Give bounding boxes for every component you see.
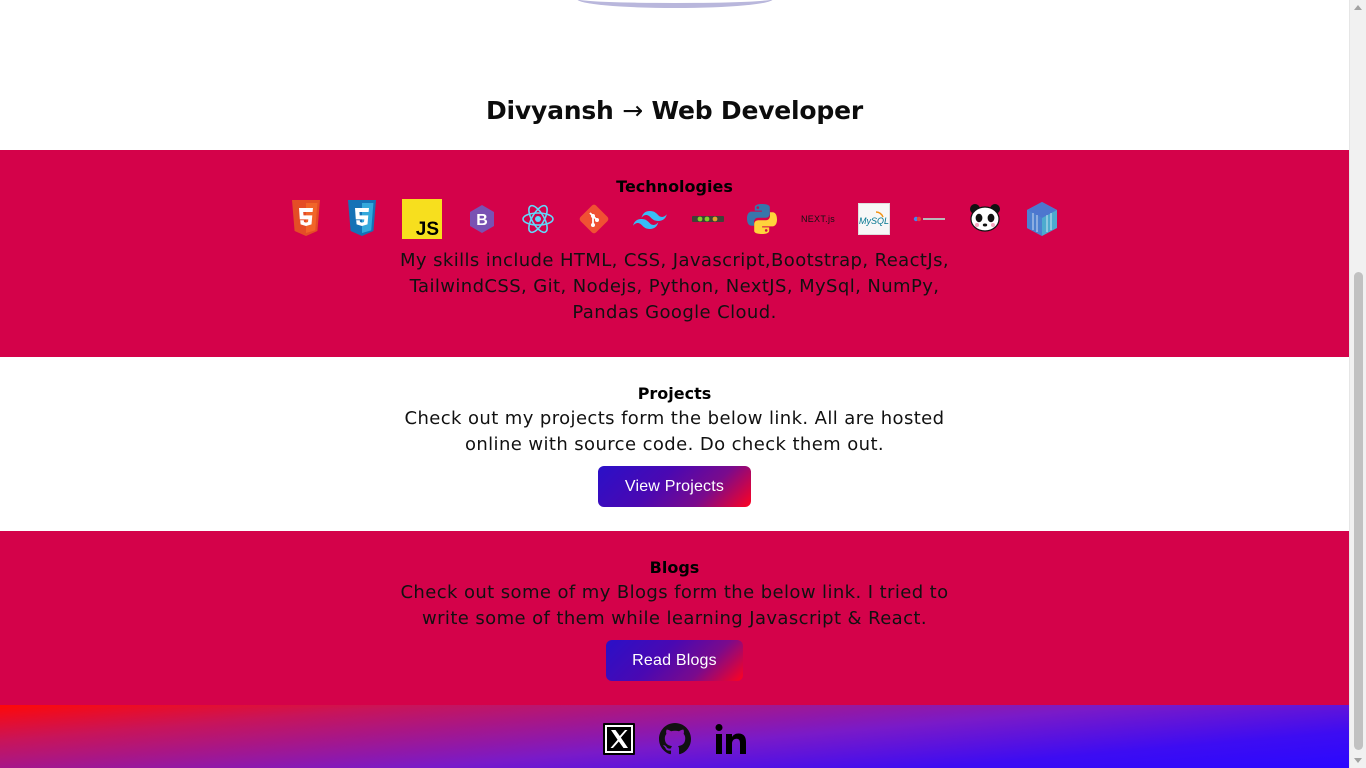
hero-role: Web Developer [651,96,863,125]
blogs-heading: Blogs [649,558,700,577]
x-twitter-icon[interactable] [602,722,636,756]
nodejs-icon [691,213,725,225]
linkedin-icon[interactable] [714,722,748,756]
google-cloud-icon [912,212,948,226]
tailwindcss-icon [633,208,667,230]
html5-icon [290,200,322,236]
projects-heading: Projects [637,384,712,403]
numpy-icon [1025,201,1059,237]
svg-text:JS: JS [416,219,439,239]
python-icon [746,203,778,235]
svg-text:B: B [476,212,488,229]
scroll-down-arrow-icon[interactable] [1354,758,1362,763]
blogs-description: Check out some of my Blogs form the belo… [400,582,949,629]
hero-title: Divyansh → Web Developer [0,96,1349,125]
read-blogs-button[interactable]: Read Blogs [606,640,743,681]
pandas-icon [968,201,1002,235]
projects-section: Projects Check out my projects form the … [0,357,1349,531]
projects-description: Check out my projects form the below lin… [404,408,945,455]
hero-name: Divyansh [486,96,614,125]
mysql-icon: MySQL [858,203,890,235]
react-icon [521,203,555,235]
scroll-up-arrow-icon[interactable] [1354,5,1362,10]
git-icon [578,203,610,235]
technologies-section: Technologies JS B NEXT.js MySQL My skill… [0,150,1349,357]
technologies-heading: Technologies [616,177,733,196]
blogs-section: Blogs Check out some of my Blogs form th… [0,531,1349,705]
bootstrap-icon: B [467,204,497,234]
github-icon[interactable] [658,722,692,756]
view-projects-button[interactable]: View Projects [598,466,751,507]
svg-text:MySQL: MySQL [859,216,889,226]
avatar-image-edge [577,0,773,8]
nextjs-icon: NEXT.js [800,211,836,227]
css3-icon [346,200,378,236]
hero-arrow: → [622,96,643,125]
vertical-scrollbar[interactable] [1349,0,1366,768]
javascript-icon: JS [402,199,442,239]
scrollbar-thumb[interactable] [1354,272,1363,750]
footer [0,705,1349,768]
nextjs-wordmark: NEXT.js [800,214,836,224]
portfolio-page: Divyansh → Web Developer Technologies JS… [0,0,1349,768]
technologies-description: My skills include HTML, CSS, Javascript,… [400,250,949,323]
